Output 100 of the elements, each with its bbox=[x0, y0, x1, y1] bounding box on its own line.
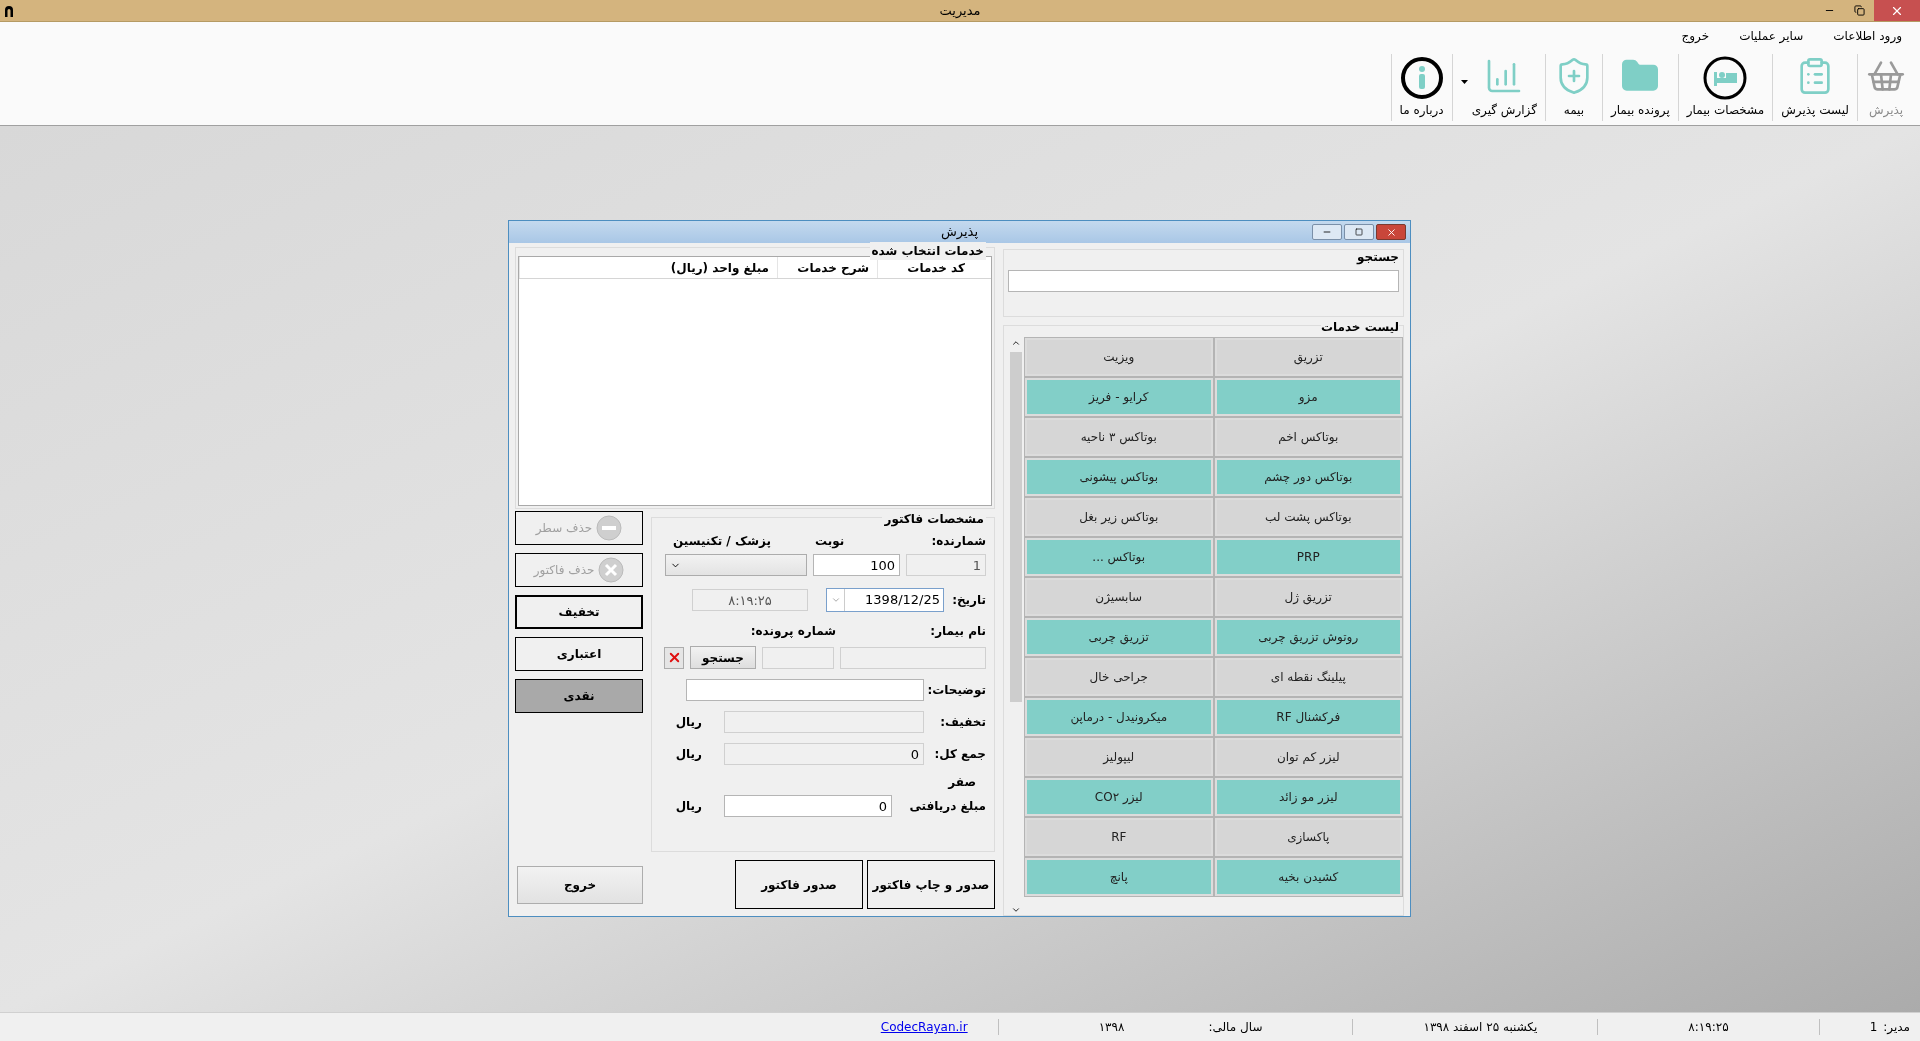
dialog-title: پذیرش bbox=[940, 223, 979, 242]
service-button[interactable]: کشیدن بخیه bbox=[1214, 858, 1402, 896]
toolbar-button[interactable]: پرونده بیمار bbox=[1604, 54, 1676, 121]
doctor-dropdown[interactable] bbox=[665, 554, 807, 576]
x-circle-icon bbox=[598, 557, 625, 583]
currency-label: ریال bbox=[675, 746, 702, 763]
column-header[interactable]: شرح خدمات bbox=[777, 257, 877, 278]
discount-field[interactable] bbox=[724, 711, 924, 733]
field-label: توضیحات: bbox=[930, 682, 986, 699]
field-label: شمارنده: bbox=[930, 533, 986, 550]
field-label: شماره پرونده: bbox=[750, 623, 836, 640]
toolbar-button[interactable]: درباره ما bbox=[1393, 54, 1450, 121]
maximize-button[interactable] bbox=[1344, 224, 1374, 240]
scroll-up-icon[interactable] bbox=[1011, 338, 1021, 348]
service-button[interactable]: میکرونیدل - درماپن bbox=[1025, 698, 1213, 736]
currency-label: ریال bbox=[675, 798, 702, 815]
toolbar-button[interactable]: لیست پذیرش bbox=[1775, 54, 1855, 121]
info-icon bbox=[1399, 56, 1444, 100]
service-button[interactable]: بوتاکس ... bbox=[1025, 538, 1213, 576]
field-label: تخفیف: bbox=[939, 714, 986, 731]
field-label: پزشک / تکنیسین bbox=[672, 533, 772, 550]
service-button[interactable]: روتوش تزریق چربی bbox=[1214, 618, 1402, 656]
service-button[interactable]: لیزر مو زائد bbox=[1214, 778, 1402, 816]
status-value: ۱۳۹۸ bbox=[1098, 1019, 1125, 1036]
service-button[interactable]: لیپولیز bbox=[1025, 738, 1213, 776]
status-label: مدیر: bbox=[1883, 1019, 1910, 1036]
clear-button[interactable] bbox=[664, 646, 684, 669]
invoice-button[interactable]: صدور و چاپ فاکتور bbox=[867, 860, 995, 909]
toolbar-button[interactable]: مشخصات بیمار bbox=[1680, 54, 1771, 121]
service-button[interactable]: فرکشنال RF bbox=[1214, 698, 1402, 736]
status-label: سال مالی: bbox=[1208, 1019, 1263, 1036]
scroll-down-icon[interactable] bbox=[1011, 905, 1021, 915]
menu-item[interactable]: خروج bbox=[1681, 27, 1710, 45]
menu-item[interactable]: ورود اطلاعات bbox=[1833, 27, 1902, 45]
side-button[interactable]: اعتباری bbox=[515, 637, 643, 671]
status-value: 1 bbox=[1869, 1019, 1878, 1036]
service-button[interactable]: بوتاکس ۳ ناحیه bbox=[1025, 418, 1213, 456]
menu-item[interactable]: سایر عملیات bbox=[1739, 27, 1804, 45]
field-label: جمع کل: bbox=[933, 746, 986, 763]
service-button[interactable]: تزریق چربی bbox=[1025, 618, 1213, 656]
invoice-button[interactable]: صدور فاکتور bbox=[735, 860, 863, 909]
field-label: نوبت bbox=[815, 533, 846, 550]
notes-field[interactable] bbox=[686, 679, 924, 701]
website-link[interactable]: CodecRayan.ir bbox=[880, 1018, 968, 1036]
status-time: ۸:۱۹:۲۵ bbox=[1688, 1019, 1729, 1036]
turn-field[interactable]: 100 bbox=[813, 554, 900, 576]
service-button[interactable]: جراحی خال bbox=[1025, 658, 1213, 696]
service-button[interactable]: پاکسازی bbox=[1214, 818, 1402, 856]
column-header[interactable]: کد خدمات bbox=[877, 257, 973, 278]
search-button[interactable]: جستجو bbox=[690, 646, 756, 669]
received-amount-field[interactable]: 0 bbox=[724, 795, 892, 817]
side-button[interactable]: تخفیف bbox=[515, 595, 643, 629]
chevron-down-icon bbox=[830, 595, 841, 605]
dropdown-arrow-icon bbox=[1460, 79, 1468, 84]
counter-field[interactable]: 1 bbox=[906, 554, 986, 576]
search-field[interactable] bbox=[1008, 270, 1399, 292]
field-label: تاریخ: bbox=[951, 592, 986, 609]
service-button[interactable]: بوتاکس پیشونی bbox=[1025, 458, 1213, 496]
minus-circle-icon bbox=[596, 515, 623, 541]
bed-icon bbox=[1703, 56, 1748, 100]
service-button[interactable]: پانچ bbox=[1025, 858, 1213, 896]
close-button[interactable] bbox=[1376, 224, 1406, 240]
status-date: یکشنبه ۲۵ اسفند ۱۳۹۸ bbox=[1423, 1019, 1538, 1036]
time-field[interactable]: ۸:۱۹:۲۵ bbox=[692, 589, 808, 611]
maximize-icon bbox=[1355, 228, 1363, 236]
toolbar-button[interactable]: گزارش گیری bbox=[1454, 54, 1543, 121]
field-label: نام بیمار: bbox=[929, 623, 986, 640]
app-icon bbox=[4, 4, 14, 17]
total-in-words: صفر bbox=[948, 775, 976, 789]
date-picker[interactable]: 1398/12/25 bbox=[826, 588, 944, 612]
service-button[interactable]: لیزر CO۲ bbox=[1025, 778, 1213, 816]
minimize-button[interactable] bbox=[1312, 224, 1342, 240]
exit-button[interactable]: خروج bbox=[517, 865, 643, 904]
service-button[interactable]: ویزیت bbox=[1025, 338, 1213, 376]
column-header[interactable]: مبلغ واحد (ریال) bbox=[519, 257, 777, 278]
service-button[interactable]: PRP bbox=[1214, 538, 1402, 576]
scrollbar[interactable] bbox=[1008, 338, 1024, 915]
service-button[interactable]: لیزر کم توان bbox=[1214, 738, 1402, 776]
service-button[interactable]: بوتاکس دور چشم bbox=[1214, 458, 1402, 496]
field-label: مبلغ دریافتی bbox=[908, 798, 986, 815]
service-button[interactable]: بوتاکس زیر بغل bbox=[1025, 498, 1213, 536]
close-icon bbox=[1385, 226, 1397, 238]
toolbar-button[interactable]: بیمه bbox=[1547, 54, 1600, 121]
service-button[interactable]: بوتاکس پشت لب bbox=[1214, 498, 1402, 536]
group-title: خدمات انتخاب شده bbox=[869, 242, 986, 260]
patient-name-field[interactable] bbox=[840, 646, 986, 669]
service-button[interactable]: پیلینگ نقطه ای bbox=[1214, 658, 1402, 696]
group-title: جستجو bbox=[1357, 249, 1399, 266]
window-title: مدیریت bbox=[939, 1, 981, 20]
currency-label: ریال bbox=[675, 714, 702, 731]
service-button[interactable]: مزو bbox=[1214, 378, 1402, 416]
service-button[interactable]: سابسیژن bbox=[1025, 578, 1213, 616]
file-number-field[interactable] bbox=[762, 646, 834, 669]
service-button[interactable]: تزریق ژل bbox=[1214, 578, 1402, 616]
service-button[interactable]: بوتاکس اخم bbox=[1214, 418, 1402, 456]
side-button[interactable]: نقدی bbox=[515, 679, 643, 713]
service-button[interactable]: تزریق bbox=[1214, 338, 1402, 376]
total-field[interactable]: 0 bbox=[724, 743, 924, 765]
service-button[interactable]: کرایو - فریز bbox=[1025, 378, 1213, 416]
service-button[interactable]: RF bbox=[1025, 818, 1213, 856]
